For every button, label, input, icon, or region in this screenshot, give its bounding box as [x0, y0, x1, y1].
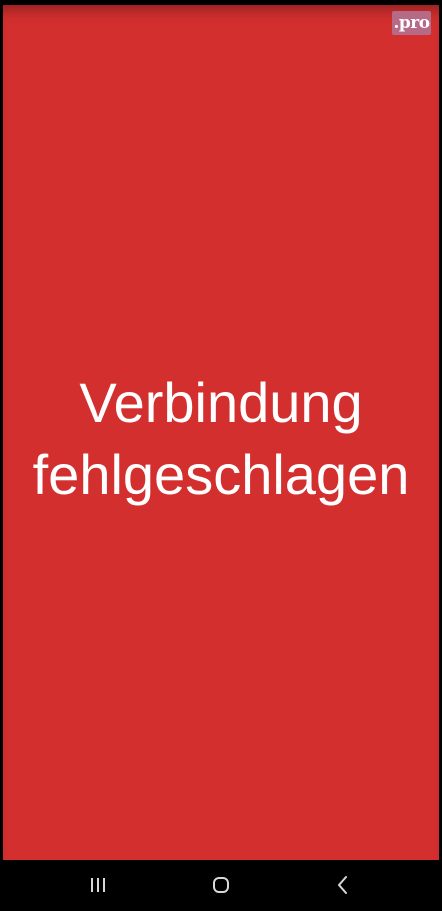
navigation-bar — [0, 860, 442, 911]
recents-button[interactable] — [78, 870, 118, 900]
screen: .pro Verbindung fehlgeschlagen — [0, 0, 442, 911]
recents-icon — [91, 878, 105, 892]
home-button[interactable] — [201, 870, 241, 900]
pro-badge: .pro — [392, 11, 431, 35]
error-message: Verbindung fehlgeschlagen — [3, 367, 439, 511]
error-message-line-1: Verbindung — [79, 371, 363, 434]
home-icon — [213, 877, 229, 893]
error-message-line-2: fehlgeschlagen — [32, 443, 410, 506]
back-icon — [338, 876, 347, 894]
back-button[interactable] — [323, 870, 363, 900]
connection-error-panel: .pro Verbindung fehlgeschlagen — [3, 5, 439, 860]
